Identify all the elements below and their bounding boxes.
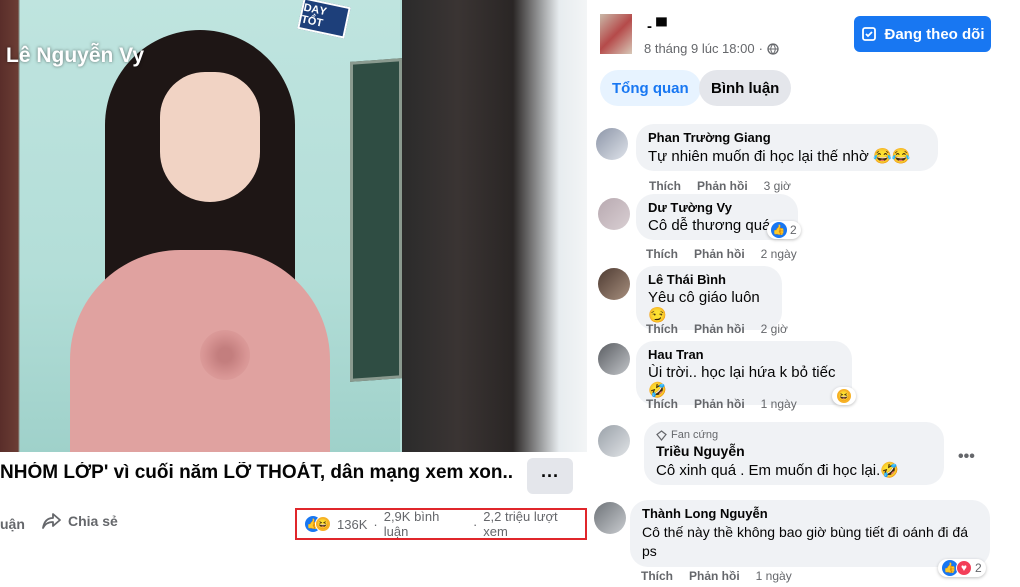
like-link[interactable]: Thích	[649, 179, 681, 193]
more-options-button[interactable]: ···	[527, 458, 573, 494]
comment-time[interactable]: 1 ngày	[756, 569, 792, 583]
comment-actions: Thích Phản hồi 3 giờ	[649, 179, 791, 193]
comment-reactions[interactable]: 👍 2	[767, 221, 801, 239]
dot-separator: ·	[373, 516, 378, 532]
comment-text: Yêu cô giáo luôn 😏	[648, 289, 760, 324]
tab-comments[interactable]: Bình luận	[699, 70, 792, 106]
video-player[interactable]: DẠY TỐT Lê Nguyễn Vy	[0, 0, 587, 452]
comment-text: Cô xinh quá . Em muốn đi học lại.🤣	[656, 462, 899, 479]
engagement-stats-highlight: 👍 😆 136K · 2,9K bình luận · 2,2 triệu lư…	[295, 508, 587, 540]
like-reaction-icon: 👍	[771, 222, 787, 238]
reply-link[interactable]: Phản hồi	[689, 569, 740, 583]
comment-time[interactable]: 1 ngày	[761, 397, 797, 411]
following-button[interactable]: Đang theo dõi	[854, 16, 991, 52]
commenter-avatar[interactable]	[598, 198, 630, 230]
comment-reactions[interactable]: 😆	[832, 387, 856, 405]
comment-bubble: Thành Long Nguyễn Cô thế này thề không b…	[630, 500, 990, 567]
comment-reactions[interactable]: 👍 ♥ 2	[938, 559, 986, 577]
following-check-icon	[861, 27, 876, 41]
reply-link[interactable]: Phản hồi	[694, 322, 745, 336]
comment-bubble: Hau Tran Ùi trời.. học lại hứa k bỏ tiếc…	[636, 341, 852, 405]
dot-separator: ·	[472, 516, 478, 532]
comment-bubble: Lê Thái Bình Yêu cô giáo luôn 😏	[636, 266, 782, 330]
comment-more-icon[interactable]: •••	[958, 448, 975, 466]
commenter-avatar[interactable]	[596, 128, 628, 160]
reply-link[interactable]: Phản hồi	[697, 179, 748, 193]
share-button[interactable]: Chia sẻ	[42, 512, 118, 530]
comment-actions: Thích Phản hồi 1 ngày	[646, 397, 797, 411]
commenter-avatar[interactable]	[598, 268, 630, 300]
tab-overview[interactable]: Tổng quan	[600, 70, 701, 106]
comment-actions: Thích Phản hồi 2 giờ	[646, 322, 788, 336]
comment-text: Cô thế này thề không bao giờ bùng tiết đ…	[642, 524, 968, 559]
comment-time[interactable]: 3 giờ	[764, 179, 791, 193]
commenter-name[interactable]: Hau Tran	[648, 347, 840, 362]
comment-time[interactable]: 2 giờ	[761, 322, 788, 336]
top-fan-label: Fan cứng	[671, 429, 719, 441]
page-name[interactable]: - ▀	[647, 18, 667, 35]
following-label: Đang theo dõi	[884, 25, 985, 43]
post-timestamp[interactable]: 8 tháng 9 lúc 18:00	[644, 41, 755, 56]
haha-reaction-icon: 😆	[315, 516, 331, 532]
comment-action[interactable]: uận	[0, 516, 25, 532]
comments-count[interactable]: 2,9K bình luận	[384, 509, 467, 539]
reactions-count[interactable]: 136K	[337, 517, 367, 532]
blurred-foreground	[402, 0, 587, 452]
diamond-icon	[656, 429, 667, 441]
commenter-name[interactable]: Thành Long Nguyễn	[642, 506, 978, 521]
commenter-name[interactable]: Triều Nguyễn	[656, 443, 932, 459]
like-link[interactable]: Thích	[646, 397, 678, 411]
page-avatar[interactable]	[600, 14, 632, 54]
comment-text: Tự nhiên muốn đi học lại thế nhờ 😂😂	[648, 148, 911, 165]
post-meta: 8 tháng 9 lúc 18:00 ·	[644, 41, 779, 56]
comment-text: Cô dễ thương quá	[648, 217, 771, 234]
commenter-avatar[interactable]	[594, 502, 626, 534]
haha-reaction-icon: 😆	[836, 388, 852, 404]
commenter-name[interactable]: Dư Tường Vy	[648, 200, 786, 215]
globe-icon	[767, 42, 779, 55]
post-actions-bar: uận Chia sẻ 👍 😆 136K · 2,9K bình luận · …	[0, 508, 587, 540]
video-post: DẠY TỐT Lê Nguyễn Vy NHÓM LỚP' vì cuối n…	[0, 0, 587, 587]
love-reaction-icon: ♥	[956, 560, 972, 576]
commenter-name[interactable]: Lê Thái Bình	[648, 272, 770, 287]
commenter-avatar[interactable]	[598, 343, 630, 375]
comment-actions: Thích Phản hồi 2 ngày	[646, 247, 797, 261]
rose-brooch	[200, 330, 250, 380]
reply-link[interactable]: Phản hồi	[694, 247, 745, 261]
video-overlay-name: Lê Nguyễn Vy	[6, 44, 145, 67]
like-link[interactable]: Thích	[646, 322, 678, 336]
top-fan-badge: Fan cứng	[656, 429, 932, 441]
comment-time[interactable]: 2 ngày	[761, 247, 797, 261]
comment-bubble: Phan Trường Giang Tự nhiên muốn đi học l…	[636, 124, 938, 171]
post-title[interactable]: NHÓM LỚP' vì cuối năm LỠ THOÁT, dân mạng…	[0, 462, 512, 484]
like-link[interactable]: Thích	[641, 569, 673, 583]
comment-bubble: Fan cứng Triều Nguyễn Cô xinh quá . Em m…	[644, 422, 944, 485]
blackboard	[350, 58, 402, 382]
reaction-icons[interactable]: 👍 😆	[305, 516, 331, 532]
reply-link[interactable]: Phản hồi	[694, 397, 745, 411]
commenter-name[interactable]: Phan Trường Giang	[648, 130, 926, 145]
share-icon	[42, 513, 61, 529]
views-count: 2,2 triệu lượt xem	[483, 509, 558, 539]
comment-reaction-count: 2	[975, 561, 982, 575]
comment-actions: Thích Phản hồi 1 ngày	[641, 569, 792, 583]
person-face	[160, 72, 260, 202]
comment-reaction-count: 2	[790, 223, 797, 237]
commenter-avatar[interactable]	[598, 425, 630, 457]
comment-text: Ùi trời.. học lại hứa k bỏ tiếc🤣	[648, 364, 836, 399]
like-link[interactable]: Thích	[646, 247, 678, 261]
share-label: Chia sẻ	[68, 513, 118, 529]
comments-panel: - ▀ 8 tháng 9 lúc 18:00 · Đang theo dõi …	[592, 0, 1020, 587]
